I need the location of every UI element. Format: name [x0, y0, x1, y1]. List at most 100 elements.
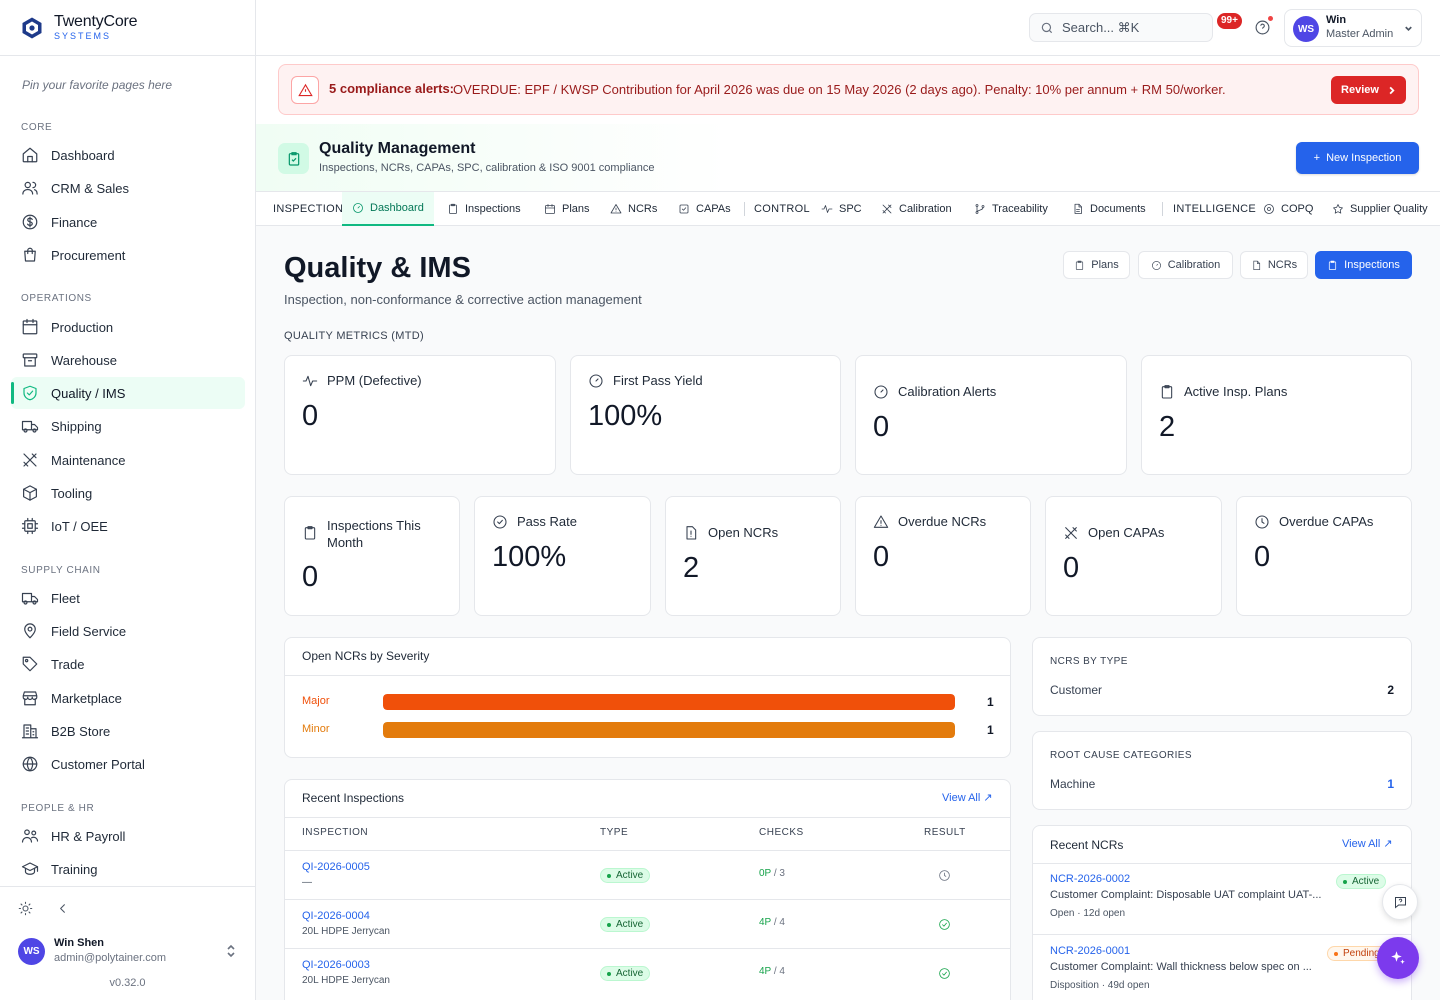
tab-plans[interactable]: Plans — [544, 192, 590, 226]
tab-calibration[interactable]: Calibration — [881, 192, 952, 226]
notification-badge[interactable]: 99+ — [1217, 13, 1242, 29]
top-bar: Search... ⌘K 99+ WS Win Master Admin — [256, 0, 1440, 56]
tab-spc[interactable]: SPC — [821, 192, 862, 226]
tab-traceability[interactable]: Traceability — [974, 192, 1048, 226]
ai-assistant-button[interactable] — [1377, 937, 1419, 979]
kpi-card-first-pass-yield: First Pass Yield 100% — [570, 355, 841, 475]
table-row[interactable]: QI-2026-0003 20L HDPE Jerrycan Active 4P… — [285, 948, 1010, 997]
tag-icon — [22, 656, 38, 672]
plans-button[interactable]: Plans — [1063, 251, 1130, 279]
table-row[interactable]: QI-2026-0004 20L HDPE Jerrycan Active 4P… — [285, 899, 1010, 948]
calibration-label: Calibration — [1167, 259, 1221, 271]
ncr-id-link[interactable]: NCR-2026-0001 — [1050, 945, 1130, 957]
sidebar-item-maintenance[interactable]: Maintenance — [11, 444, 245, 476]
dollar-circle-icon — [22, 214, 38, 230]
star-icon — [1333, 204, 1343, 214]
ncr-description: Customer Complaint: Disposable UAT compl… — [1050, 889, 1322, 901]
brand[interactable]: TwentyCore SYSTEMS — [0, 0, 255, 56]
inspection-id-link[interactable]: QI-2026-0004 — [302, 910, 370, 922]
kpi-value: 2 — [683, 552, 700, 584]
ncrs-button[interactable]: NCRs — [1240, 251, 1308, 279]
sidebar-item-customer-portal[interactable]: Customer Portal — [11, 748, 245, 780]
sidebar-item-trade[interactable]: Trade — [11, 648, 245, 680]
sidebar-item-label: Tooling — [51, 485, 93, 501]
clipboard-icon — [1076, 260, 1084, 270]
user-menu-button[interactable]: WS Win Master Admin — [1284, 9, 1422, 47]
sidebar-item-procurement[interactable]: Procurement — [11, 239, 245, 271]
sidebar-item-marketplace[interactable]: Marketplace — [11, 682, 245, 714]
brand-logo-icon — [22, 17, 42, 38]
severity-label: Minor — [302, 723, 330, 735]
avatar[interactable]: WS — [18, 938, 45, 965]
calibration-button[interactable]: Calibration — [1138, 251, 1233, 279]
sidebar-item-label: Shipping — [51, 418, 102, 434]
list-item[interactable]: NCR-2026-0002 Customer Complaint: Dispos… — [1033, 863, 1411, 934]
feedback-button[interactable] — [1382, 884, 1418, 920]
checks-count: 4P / 4 — [759, 966, 785, 977]
sidebar-item-finance[interactable]: Finance — [11, 206, 245, 238]
document-icon — [1074, 203, 1082, 214]
search-input[interactable]: Search... ⌘K — [1029, 13, 1213, 42]
sidebar-item-field-service[interactable]: Field Service — [11, 615, 245, 647]
collapse-sidebar-icon[interactable] — [55, 901, 70, 916]
theme-toggle-icon[interactable] — [18, 901, 33, 916]
sidebar-item-shipping[interactable]: Shipping — [11, 410, 245, 442]
sidebar-item-quality[interactable]: Quality / IMS — [11, 377, 245, 409]
kpi-label: First Pass Yield — [613, 373, 703, 388]
sidebar-item-crm[interactable]: CRM & Sales — [11, 172, 245, 204]
checks-count: 4P / 4 — [759, 917, 785, 928]
kpi-card-pass-rate: Pass Rate 100% — [474, 496, 651, 616]
ncrs-by-severity-card: Open NCRs by Severity Major 1 Minor 1 — [284, 637, 1011, 758]
cpu-icon — [21, 517, 39, 535]
clipboard-icon — [1329, 260, 1337, 270]
tab-capas[interactable]: CAPAs — [678, 192, 731, 226]
table-row[interactable]: QI-2026-0005 — Active 0P / 3 — [285, 850, 1010, 899]
new-inspection-button[interactable]: + New Inspection — [1296, 142, 1419, 174]
column-header: CHECKS — [759, 827, 804, 838]
sidebar-item-training[interactable]: Training — [11, 853, 245, 885]
main-content: Quality & IMS Inspection, non-conformanc… — [256, 226, 1440, 1000]
inspection-id-link[interactable]: QI-2026-0005 — [302, 861, 370, 873]
tab-ncrs[interactable]: NCRs — [610, 192, 657, 226]
sidebar: TwentyCore SYSTEMS Pin your favorite pag… — [0, 0, 256, 1000]
severity-bar — [383, 694, 955, 710]
sidebar-item-dashboard[interactable]: Dashboard — [11, 139, 245, 171]
alert-title: 5 compliance alerts: — [329, 81, 454, 96]
column-header: INSPECTION — [302, 827, 369, 838]
review-button[interactable]: Review — [1331, 76, 1406, 104]
severity-row: Minor 1 — [285, 721, 1010, 739]
tab-copq[interactable]: COPQ — [1263, 192, 1313, 226]
gauge-icon — [874, 385, 888, 399]
page-subtitle: Inspection, non-conformance & corrective… — [284, 292, 642, 307]
sidebar-item-hr-payroll[interactable]: HR & Payroll — [11, 820, 245, 852]
ncr-id-link[interactable]: NCR-2026-0002 — [1050, 873, 1130, 885]
kpi-card-ppm: PPM (Defective) 0 — [284, 355, 556, 475]
tab-dashboard[interactable]: Dashboard — [342, 192, 434, 226]
tab-inspections[interactable]: Inspections — [447, 192, 521, 226]
sidebar-item-tooling[interactable]: Tooling — [11, 477, 245, 509]
wrench-icon — [23, 453, 37, 467]
list-item[interactable]: NCR-2026-0001 Customer Complaint: Wall t… — [1033, 934, 1411, 1000]
tab-documents[interactable]: Documents — [1072, 192, 1146, 226]
column-header: RESULT — [924, 827, 966, 838]
calendar-icon — [545, 204, 555, 214]
tab-supplier-quality[interactable]: Supplier Quality — [1332, 192, 1428, 226]
sidebar-item-warehouse[interactable]: Warehouse — [11, 344, 245, 376]
inspections-button[interactable]: Inspections — [1315, 251, 1412, 279]
view-all-inspections-link[interactable]: View All ↗ — [942, 791, 993, 804]
divider — [285, 817, 1010, 818]
help-icon[interactable] — [1254, 19, 1271, 36]
inspection-id-link[interactable]: QI-2026-0003 — [302, 959, 370, 971]
sidebar-item-production[interactable]: Production — [11, 311, 245, 343]
kpi-card-overdue-capas: Overdue CAPAs 0 — [1236, 496, 1412, 616]
card-title: Recent NCRs — [1050, 838, 1124, 852]
kpi-card-open-capas: Open CAPAs 0 — [1045, 496, 1222, 616]
view-all-ncrs-link[interactable]: View All ↗ — [1342, 837, 1393, 850]
sidebar-item-iot[interactable]: IoT / OEE — [11, 510, 245, 542]
sidebar-item-b2b-store[interactable]: B2B Store — [11, 715, 245, 747]
chevron-up-down-icon[interactable] — [225, 944, 237, 958]
kpi-value: 0 — [1063, 552, 1080, 584]
nav-section-operations: OPERATIONS — [21, 293, 92, 304]
message-question-icon — [1394, 896, 1406, 909]
sidebar-item-fleet[interactable]: Fleet — [11, 582, 245, 614]
